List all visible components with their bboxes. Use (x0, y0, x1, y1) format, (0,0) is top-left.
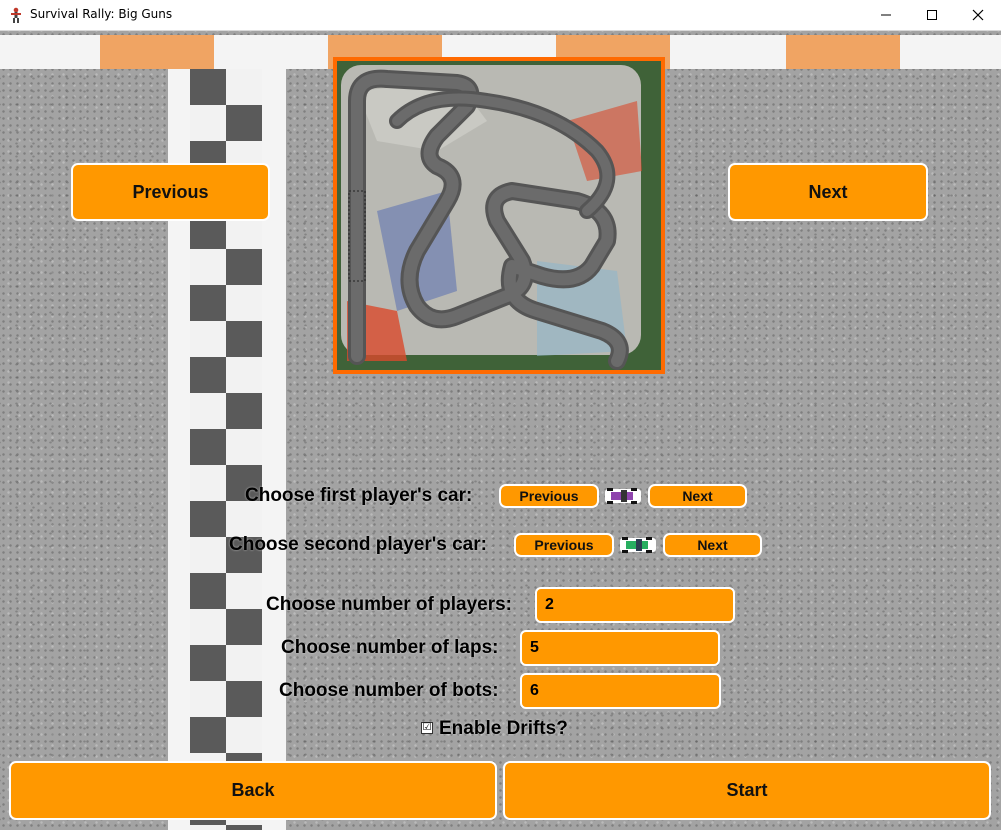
checker-square (190, 465, 226, 501)
checker-square (226, 249, 262, 285)
player1-car-label: Choose first player's car: (245, 485, 473, 506)
checker-square (190, 285, 226, 321)
checker-square (190, 321, 226, 357)
checker-square (190, 609, 226, 645)
laps-count-field[interactable]: 5 (520, 630, 720, 666)
checker-square (190, 825, 226, 830)
curb-white-segment (0, 35, 100, 69)
curb-orange-segment (100, 35, 214, 69)
game-screen: Previous Next Choose first player's car:… (0, 31, 1001, 830)
player2-next-button[interactable]: Next (663, 533, 762, 557)
window-titlebar: Survival Rally: Big Guns (0, 0, 1001, 31)
checker-square (190, 717, 226, 753)
curb-white-segment (214, 35, 328, 69)
checker-square (190, 393, 226, 429)
curb-white-segment (670, 35, 786, 69)
green-car-icon (620, 537, 656, 553)
player2-previous-button[interactable]: Previous (514, 533, 614, 557)
minimize-icon (881, 14, 891, 16)
minimize-button[interactable] (863, 0, 909, 30)
checker-square (190, 105, 226, 141)
checker-square (190, 573, 226, 609)
purple-car-icon (605, 488, 641, 504)
bots-count-label: Choose number of bots: (279, 680, 499, 701)
checker-square (226, 681, 262, 717)
checker-square (226, 105, 262, 141)
players-count-label: Choose number of players: (266, 594, 512, 615)
enable-drifts-checkbox[interactable]: ☑ (421, 722, 433, 734)
checker-square (226, 69, 262, 105)
maximize-button[interactable] (909, 0, 955, 30)
checker-square (226, 645, 262, 681)
close-button[interactable] (955, 0, 1001, 30)
enable-drifts-label: Enable Drifts? (439, 718, 568, 739)
track-preview-image (333, 57, 665, 374)
player2-car-label: Choose second player's car: (229, 534, 487, 555)
checker-square (226, 285, 262, 321)
checker-square (226, 573, 262, 609)
checker-square (226, 321, 262, 357)
window-title: Survival Rally: Big Guns (30, 7, 173, 21)
checker-square (190, 681, 226, 717)
laps-count-label: Choose number of laps: (281, 637, 499, 658)
players-count-field[interactable]: 2 (535, 587, 735, 623)
back-button[interactable]: Back (9, 761, 497, 820)
checkmark-icon: ☑ (422, 722, 432, 733)
checker-square (190, 69, 226, 105)
checker-square (226, 825, 262, 830)
checker-square (190, 645, 226, 681)
checker-square (190, 429, 226, 465)
curb-white-segment (900, 35, 1001, 69)
checker-square (226, 429, 262, 465)
checker-square (226, 609, 262, 645)
player1-next-button[interactable]: Next (648, 484, 747, 508)
bots-count-field[interactable]: 6 (520, 673, 721, 709)
checker-square (190, 249, 226, 285)
race-track-map (337, 61, 661, 370)
app-icon (11, 7, 21, 23)
checker-square (190, 357, 226, 393)
close-icon (972, 9, 984, 21)
curb-orange-segment (786, 35, 900, 69)
checker-square (226, 393, 262, 429)
player1-previous-button[interactable]: Previous (499, 484, 599, 508)
checker-square (190, 501, 226, 537)
track-previous-button[interactable]: Previous (71, 163, 270, 221)
checker-square (190, 537, 226, 573)
checker-square (226, 717, 262, 753)
checker-square (226, 357, 262, 393)
maximize-icon (927, 10, 937, 20)
start-button[interactable]: Start (503, 761, 991, 820)
track-next-button[interactable]: Next (728, 163, 928, 221)
